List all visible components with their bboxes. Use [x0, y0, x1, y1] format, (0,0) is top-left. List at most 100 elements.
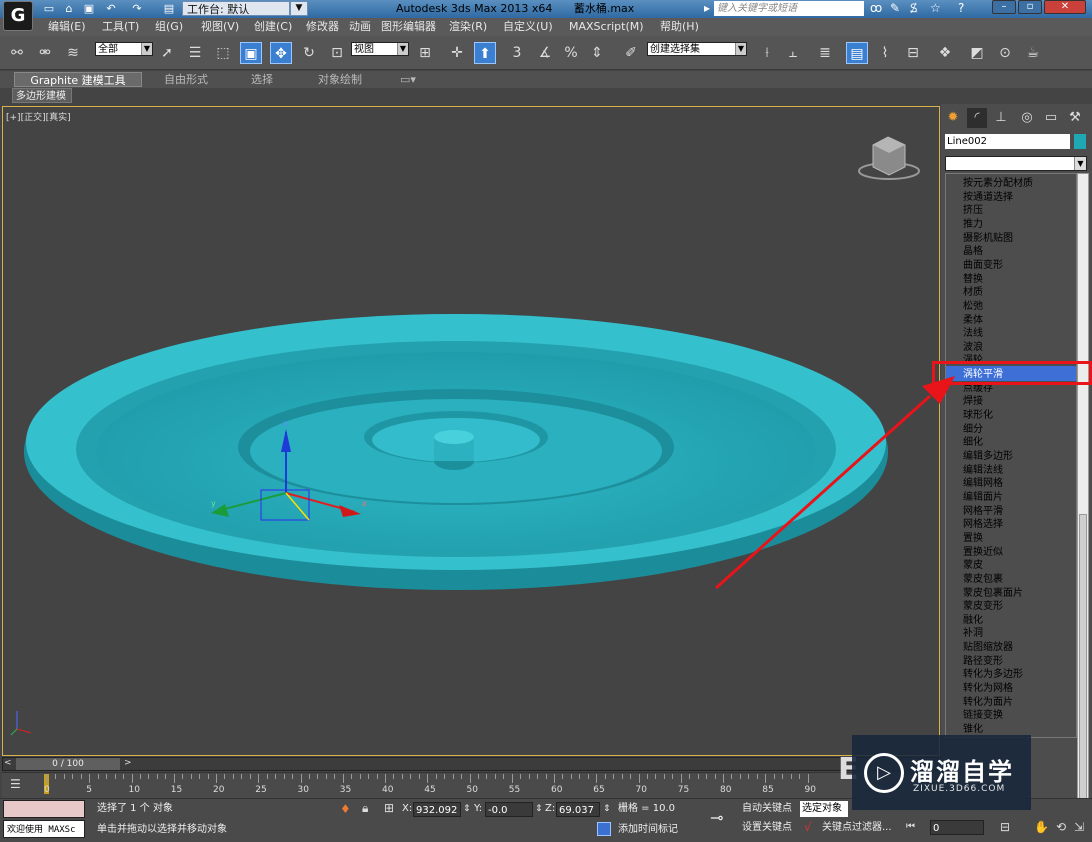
menu-help[interactable]: 帮助(H) — [660, 18, 699, 36]
modifier-list-item[interactable]: 推力 — [963, 218, 983, 232]
utilities-tab-icon[interactable]: ⚒ — [1065, 108, 1085, 128]
modifier-list-item[interactable]: 编辑多边形 — [963, 450, 1013, 464]
maximize-button[interactable]: ▫ — [1018, 0, 1042, 14]
modifier-list-item[interactable]: 材质 — [963, 286, 983, 300]
link-icon[interactable]: ⚯ — [6, 42, 28, 64]
tab-object-paint[interactable]: 对象绘制 — [310, 72, 370, 87]
create-tab-icon[interactable]: ✹ — [943, 108, 963, 128]
selection-filter-dropdown[interactable]: 全部 ▼ — [95, 42, 153, 56]
menu-edit[interactable]: 编辑(E) — [48, 18, 86, 36]
window-crossing-icon[interactable]: ▣ — [240, 42, 262, 64]
menu-group[interactable]: 组(G) — [155, 18, 183, 36]
auto-key-button[interactable]: 自动关键点 — [742, 801, 792, 817]
graphite-toggle-icon[interactable]: ▤ — [846, 42, 868, 64]
menu-tools[interactable]: 工具(T) — [102, 18, 139, 36]
named-selection-dropdown[interactable]: 创建选择集 ▼ — [647, 42, 747, 56]
modifier-list-item[interactable]: 按元素分配材质 — [963, 177, 1033, 191]
bind-space-warp-icon[interactable]: ≋ — [62, 42, 84, 64]
menu-create[interactable]: 创建(C) — [254, 18, 292, 36]
time-config-icon[interactable]: ⊟ — [1000, 820, 1010, 834]
curve-editor-icon[interactable]: ⌇ — [874, 42, 896, 64]
modifier-list-item[interactable]: 球形化 — [963, 409, 993, 423]
chevron-down-icon[interactable]: ▼ — [290, 1, 308, 16]
object-color-swatch[interactable] — [1074, 134, 1086, 149]
material-editor-icon[interactable]: ❖ — [934, 42, 956, 64]
reference-coordinate-dropdown[interactable]: 视图 ▼ — [351, 42, 409, 56]
unlink-icon[interactable]: ⚮ — [34, 42, 56, 64]
close-button[interactable]: ✕ — [1044, 0, 1086, 14]
pivot-center-icon[interactable]: ⊞ — [414, 42, 436, 64]
menu-view[interactable]: 视图(V) — [201, 18, 239, 36]
ribbon-options-icon[interactable]: ▭▾ — [396, 72, 420, 87]
search-input[interactable]: 键入关键字或短语 — [714, 1, 864, 16]
time-next-icon[interactable]: > — [124, 758, 132, 768]
layer-manager-icon[interactable]: ≣ — [814, 42, 836, 64]
modifier-list-item[interactable]: 转化为网格 — [963, 682, 1013, 696]
render-setup-icon[interactable]: ◩ — [966, 42, 988, 64]
set-key-button[interactable]: 设置关键点 — [742, 820, 792, 836]
workspace-dropdown[interactable]: 工作台: 默认 — [182, 1, 290, 16]
modifier-list-scrollbar[interactable] — [1077, 173, 1089, 818]
modifier-list-item[interactable]: 网格选择 — [963, 518, 1003, 532]
schematic-view-icon[interactable]: ⊟ — [902, 42, 924, 64]
modifier-list-item[interactable]: 蒙皮变形 — [963, 600, 1003, 614]
open-file-icon[interactable]: ⌂ — [62, 2, 76, 15]
modifier-list-item[interactable]: 转化为面片 — [963, 696, 1013, 710]
menu-graph-editors[interactable]: 图形编辑器 — [381, 18, 436, 36]
modifier-list-item[interactable]: 细化 — [963, 436, 983, 450]
motion-tab-icon[interactable]: ◎ — [1017, 108, 1037, 128]
binoculars-icon[interactable]: ꝏ — [870, 0, 882, 17]
current-frame-field[interactable]: 0 — [930, 820, 984, 835]
modifier-list-item[interactable]: 编辑面片 — [963, 491, 1003, 505]
snaps-toggle-icon[interactable]: 3 — [506, 42, 528, 64]
edit-named-selection-icon[interactable]: ✐ — [620, 42, 642, 64]
key-icon[interactable]: ⊸ — [710, 808, 723, 827]
modifier-list-item[interactable]: 蒙皮 — [963, 559, 983, 573]
y-spinner-icon[interactable]: ⇕ — [535, 801, 543, 817]
render-teapot-icon[interactable]: ☕ — [1022, 42, 1044, 64]
expand-icon[interactable]: ▸ — [704, 0, 710, 17]
modifier-list-item[interactable]: 按通道选择 — [963, 191, 1013, 205]
menu-rendering[interactable]: 渲染(R) — [449, 18, 487, 36]
selection-lock-icon[interactable]: 🔒︎ — [362, 801, 368, 816]
display-tab-icon[interactable]: ▭ — [1041, 108, 1061, 128]
modifier-list-item[interactable]: 细分 — [963, 423, 983, 437]
key-filter-icon[interactable]: √ — [804, 820, 812, 834]
modifier-list[interactable]: 按元素分配材质 按通道选择 挤压 推力 摄影机贴图 晶格 曲面变形 替换 材质 松弛 柔体 法线 波浪涡… — [945, 173, 1077, 738]
tab-freeform[interactable]: 自由形式 — [158, 72, 214, 87]
select-and-move-icon[interactable]: ✥ — [270, 42, 292, 64]
select-object-icon[interactable]: ➚ — [156, 42, 178, 64]
menu-modifiers[interactable]: 修改器 — [306, 18, 339, 36]
exchange-icon[interactable]: Ꟍ — [910, 0, 917, 17]
modifier-list-item[interactable]: 链接变换 — [963, 709, 1003, 723]
select-and-scale-icon[interactable]: ⊡ — [326, 42, 348, 64]
orbit-icon[interactable]: ⟲ — [1056, 820, 1066, 834]
align-icon[interactable]: ⫠ — [782, 42, 804, 64]
modifier-list-item[interactable]: 编辑网格 — [963, 477, 1003, 491]
time-slider-thumb[interactable]: 0 / 100 — [16, 758, 120, 770]
modifier-list-item[interactable]: 松弛 — [963, 300, 983, 314]
modifier-list-item[interactable]: 法线 — [963, 327, 983, 341]
modifier-list-item[interactable]: 路径变形 — [963, 655, 1003, 669]
project-folder-icon[interactable]: ▤ — [162, 2, 176, 15]
mini-curve-editor-icon[interactable]: ☰ — [10, 777, 21, 791]
modifier-list-item[interactable]: 替换 — [963, 273, 983, 287]
menu-animation[interactable]: 动画 — [349, 18, 371, 36]
x-spinner-icon[interactable]: ⇕ — [463, 801, 471, 817]
undo-icon[interactable]: ↶ — [104, 2, 118, 15]
redo-icon[interactable]: ↷ — [130, 2, 144, 15]
add-time-tag-button[interactable]: 添加时间标记 — [618, 822, 678, 838]
new-file-icon[interactable]: ▭ — [42, 2, 56, 15]
tab-selection[interactable]: 选择 — [242, 72, 282, 87]
modifier-list-dropdown[interactable]: ▼ — [945, 156, 1087, 171]
pan-hand-icon[interactable]: ✋ — [1034, 820, 1049, 834]
z-coordinate-field[interactable]: 69.037 — [556, 802, 600, 817]
modifier-list-item[interactable]: 置换 — [963, 532, 983, 546]
time-slider[interactable] — [2, 757, 938, 771]
modifier-list-item[interactable]: 焊接 — [963, 395, 983, 409]
maximize-viewport-icon[interactable]: ⇲ — [1074, 820, 1084, 834]
modifier-list-item[interactable]: 转化为多边形 — [963, 668, 1023, 682]
select-by-name-icon[interactable]: ☰ — [184, 42, 206, 64]
tab-graphite-modeling[interactable]: Graphite 建模工具 — [14, 72, 142, 87]
isolate-selection-icon[interactable]: ♦ — [340, 802, 351, 816]
